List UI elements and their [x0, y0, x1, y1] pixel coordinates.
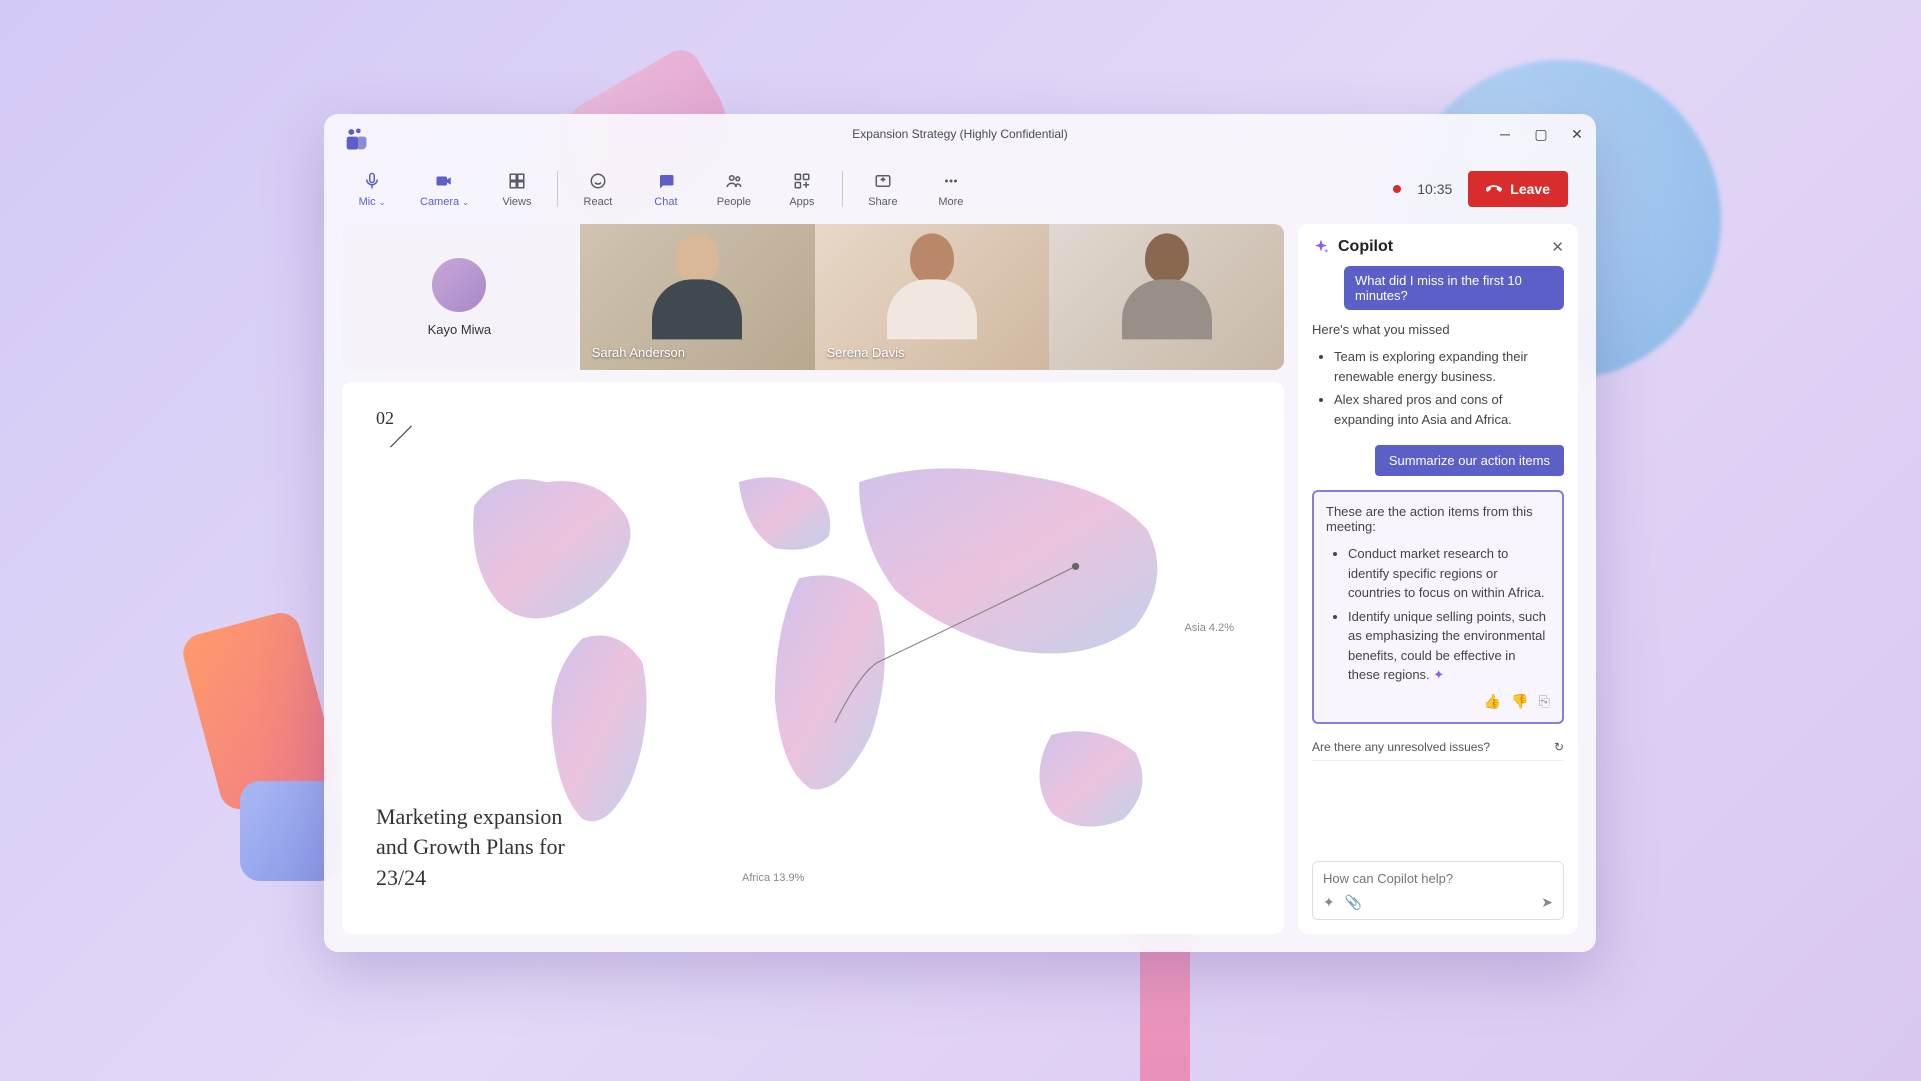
slide-title: Marketing expansion and Growth Plans for…: [376, 802, 576, 894]
copilot-input[interactable]: [1323, 871, 1553, 886]
thumbs-down-button[interactable]: 👎: [1511, 693, 1528, 710]
participant-tile[interactable]: [1049, 224, 1284, 370]
copilot-sparkle-icon: [1312, 238, 1330, 256]
camera-button[interactable]: Camera ⌄: [420, 170, 469, 208]
mic-button[interactable]: Mic ⌄: [352, 170, 392, 208]
phone-hangup-icon: [1486, 181, 1502, 197]
suggestion-chip[interactable]: Are there any unresolved issues? ↻: [1312, 734, 1564, 761]
refresh-icon[interactable]: ↻: [1554, 740, 1564, 754]
chat-icon: [655, 170, 677, 192]
copilot-title: Copilot: [1338, 238, 1543, 256]
participant-tile[interactable]: Sarah Anderson: [580, 224, 815, 370]
app-window: Expansion Strategy (Highly Confidential)…: [324, 114, 1596, 952]
react-button[interactable]: React: [578, 170, 618, 208]
share-button[interactable]: Share: [863, 170, 903, 208]
map-label-africa: Africa 13.9%: [742, 872, 804, 884]
people-icon: [723, 170, 745, 192]
slide-number: 02: [376, 408, 394, 429]
toolbar-separator: [842, 171, 843, 207]
attachment-icon[interactable]: 📎: [1345, 894, 1362, 911]
leave-button[interactable]: Leave: [1468, 171, 1568, 207]
participant-tile[interactable]: Serena Davis: [815, 224, 1050, 370]
meeting-timer: 10:35: [1417, 181, 1452, 197]
sparkle-icon: ✦: [1433, 667, 1444, 682]
titlebar: Expansion Strategy (Highly Confidential)…: [324, 114, 1596, 154]
copilot-highlighted-response: These are the action items from this mee…: [1312, 490, 1564, 724]
summarize-action-button[interactable]: Summarize our action items: [1375, 445, 1564, 476]
sparkle-prompt-icon[interactable]: ✦: [1323, 894, 1335, 911]
map-label-asia: Asia 4.2%: [1184, 622, 1234, 634]
views-icon: [506, 170, 528, 192]
teams-logo-icon: [342, 125, 370, 153]
more-button[interactable]: More: [931, 170, 971, 208]
people-button[interactable]: People: [714, 170, 754, 208]
participant-name: Serena Davis: [827, 345, 905, 360]
participant-name: Kayo Miwa: [428, 322, 492, 337]
copy-button[interactable]: ⎘: [1539, 693, 1550, 710]
react-icon: [587, 170, 609, 192]
participant-tile[interactable]: Kayo Miwa: [342, 224, 577, 370]
copilot-close-button[interactable]: ✕: [1551, 238, 1564, 256]
participant-row: Kayo Miwa Sarah Anderson Serena Davis: [342, 224, 1284, 370]
copilot-response-text: Here's what you missed: [1312, 322, 1564, 337]
toolbar-separator: [557, 171, 558, 207]
user-message: What did I miss in the first 10 minutes?: [1344, 266, 1564, 310]
more-icon: [940, 170, 962, 192]
copilot-response-list: Team is exploring expanding their renewa…: [1312, 347, 1564, 429]
shared-presentation[interactable]: 02: [342, 382, 1284, 934]
thumbs-up-button[interactable]: 👍: [1484, 693, 1501, 710]
apps-icon: [791, 170, 813, 192]
participant-name: Sarah Anderson: [592, 345, 685, 360]
share-icon: [872, 170, 894, 192]
meeting-toolbar: Mic ⌄ Camera ⌄ Views React Chat: [324, 154, 1596, 224]
minimize-button[interactable]: ─: [1496, 125, 1514, 143]
camera-icon: [433, 170, 455, 192]
chat-button[interactable]: Chat: [646, 170, 686, 208]
avatar: [432, 258, 486, 312]
views-button[interactable]: Views: [497, 170, 537, 208]
maximize-button[interactable]: ▢: [1532, 125, 1550, 143]
send-button[interactable]: ➤: [1541, 894, 1553, 911]
close-button[interactable]: ✕: [1568, 125, 1586, 143]
recording-indicator-icon: [1393, 185, 1401, 193]
copilot-input-container: ✦ 📎 ➤: [1312, 861, 1564, 920]
mic-icon: [361, 170, 383, 192]
window-title: Expansion Strategy (Highly Confidential): [852, 127, 1067, 141]
copilot-panel: Copilot ✕ What did I miss in the first 1…: [1298, 224, 1578, 934]
apps-button[interactable]: Apps: [782, 170, 822, 208]
